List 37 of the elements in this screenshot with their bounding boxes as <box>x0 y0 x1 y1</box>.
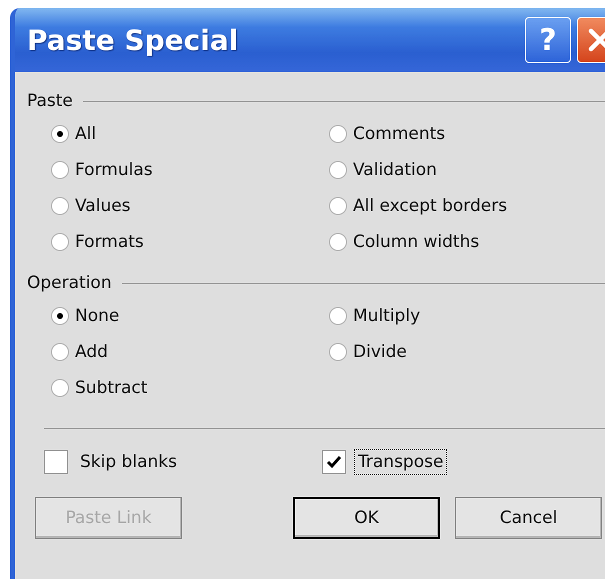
checkbox[interactable] <box>322 450 346 474</box>
option-label: Formats <box>75 232 144 252</box>
dialog-button[interactable]: Cancel <box>455 497 602 539</box>
option-label: Values <box>75 196 131 216</box>
option-label: Multiply <box>353 306 420 326</box>
radio-button[interactable] <box>329 233 347 251</box>
radio-button[interactable] <box>329 307 347 325</box>
option-label: None <box>75 306 120 326</box>
radio-button[interactable] <box>51 379 69 397</box>
window-title: Paste Special <box>27 24 240 56</box>
option-label: Column widths <box>353 232 480 252</box>
radio-button[interactable] <box>51 343 69 361</box>
option-label: Divide <box>353 342 407 362</box>
checkbox[interactable] <box>44 450 68 474</box>
option-label: Validation <box>353 160 437 180</box>
option-label: Formulas <box>75 160 153 180</box>
checkbox-label: Transpose <box>354 449 448 475</box>
group-label: Operation <box>27 273 112 293</box>
radio-button[interactable] <box>51 233 69 251</box>
group-label: Paste <box>27 91 73 111</box>
dialog-button[interactable]: OK <box>293 497 440 539</box>
radio-button[interactable] <box>329 161 347 179</box>
help-button[interactable]: ? <box>525 17 571 63</box>
check-icon <box>326 454 342 470</box>
radio-button[interactable] <box>329 125 347 143</box>
radio-button[interactable] <box>329 343 347 361</box>
option-label: All except borders <box>353 196 508 216</box>
option-label: Comments <box>353 124 446 144</box>
option-label: Subtract <box>75 378 148 398</box>
option-label: All <box>75 124 96 144</box>
radio-button[interactable] <box>51 161 69 179</box>
radio-button[interactable] <box>329 197 347 215</box>
radio-button[interactable] <box>51 197 69 215</box>
radio-button[interactable] <box>51 307 69 325</box>
radio-button[interactable] <box>51 125 69 143</box>
checkbox-label: Skip blanks <box>79 451 178 474</box>
option-label: Add <box>75 342 108 362</box>
